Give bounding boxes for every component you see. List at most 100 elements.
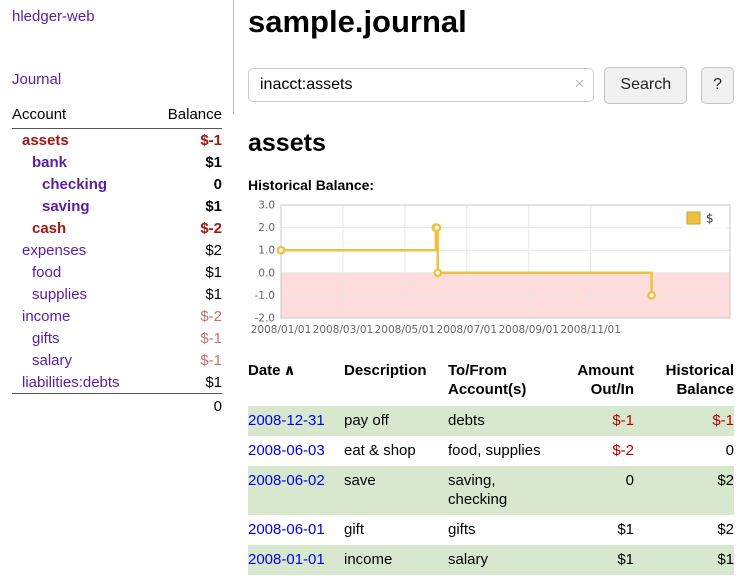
register-date-link[interactable]: 2008-06-03 bbox=[248, 442, 325, 459]
register-body: 2008-12-31pay offdebts$-1$-12008-06-03ea… bbox=[248, 406, 734, 575]
register-row: 2008-01-01incomesalary$1$1 bbox=[248, 545, 734, 575]
register-accounts: gifts bbox=[448, 515, 560, 545]
sidebar-account-link[interactable]: supplies bbox=[32, 286, 87, 303]
sidebar-account-balance: $1 bbox=[152, 283, 222, 305]
sidebar-account-balance: $1 bbox=[152, 195, 222, 217]
register-historical-balance: $1 bbox=[634, 545, 734, 575]
register-date-link[interactable]: 2008-12-31 bbox=[248, 412, 325, 429]
sidebar-account-balance: $-1 bbox=[152, 349, 222, 371]
sidebar: hledger-web Journal Account Balance asse… bbox=[0, 0, 232, 418]
sidebar-account-balance: $2 bbox=[152, 239, 222, 261]
accounts-body: assets$-1bank$1checking0saving$1cash$-2e… bbox=[12, 129, 222, 394]
brand-link[interactable]: hledger-web bbox=[12, 8, 232, 25]
account-row: bank$1 bbox=[12, 151, 222, 173]
sidebar-account-link[interactable]: salary bbox=[32, 352, 72, 369]
register-date-link[interactable]: 2008-06-01 bbox=[248, 521, 325, 538]
sidebar-divider bbox=[233, 0, 234, 114]
sidebar-item-journal[interactable]: Journal bbox=[12, 71, 232, 88]
register-table: Date∧ Description To/FromAccount(s) Amou… bbox=[248, 359, 734, 575]
search-button[interactable]: Search bbox=[604, 67, 687, 104]
register-row: 2008-06-01giftgifts$1$2 bbox=[248, 515, 734, 545]
accounts-table: Account Balance assets$-1bank$1checking0… bbox=[12, 104, 222, 418]
svg-text:3.0: 3.0 bbox=[258, 199, 275, 211]
sidebar-account-balance: $1 bbox=[152, 261, 222, 283]
register-historical-balance: $2 bbox=[634, 515, 734, 545]
register-description: income bbox=[344, 545, 448, 575]
sidebar-account-link[interactable]: food bbox=[32, 264, 61, 281]
svg-text:2008/07/01: 2008/07/01 bbox=[437, 324, 498, 336]
svg-text:2008/01/01: 2008/01/01 bbox=[251, 324, 312, 336]
register-amount: $-1 bbox=[560, 406, 634, 436]
sidebar-account-link[interactable]: income bbox=[22, 308, 70, 325]
register-description: eat & shop bbox=[344, 436, 448, 466]
help-button[interactable]: ? bbox=[701, 67, 734, 104]
account-row: income $-2 bbox=[12, 305, 222, 327]
register-row: 2008-12-31pay offdebts$-1$-1 bbox=[248, 406, 734, 436]
sidebar-account-link[interactable]: liabilities:debts bbox=[22, 374, 120, 391]
page-title: sample.journal bbox=[248, 4, 734, 40]
register-date-cell: 2008-06-01 bbox=[248, 515, 344, 545]
data-point-marker bbox=[435, 269, 441, 275]
svg-text:2.0: 2.0 bbox=[258, 222, 275, 234]
register-date-cell: 2008-06-02 bbox=[248, 466, 344, 515]
account-row: liabilities:debts$1 bbox=[12, 371, 222, 394]
sidebar-account-link[interactable]: assets bbox=[22, 132, 69, 149]
register-historical-balance: 0 bbox=[634, 436, 734, 466]
sidebar-account-balance: $-1 bbox=[152, 129, 222, 152]
svg-text:2008/09/01: 2008/09/01 bbox=[498, 324, 559, 336]
sidebar-account-link[interactable]: checking bbox=[42, 176, 107, 193]
account-row: gifts$-1 bbox=[12, 327, 222, 349]
balance-chart: 3.02.01.00.0-1.0-2.02008/01/012008/03/01… bbox=[248, 198, 734, 346]
sidebar-account-link[interactable]: gifts bbox=[32, 330, 60, 347]
sidebar-account-link[interactable]: cash bbox=[32, 220, 66, 237]
svg-text:2008/05/01: 2008/05/01 bbox=[375, 324, 436, 336]
register-accounts: salary bbox=[448, 545, 560, 575]
register-date-link[interactable]: 2008-06-02 bbox=[248, 472, 325, 489]
data-point-marker bbox=[434, 224, 440, 230]
legend-swatch bbox=[687, 212, 700, 224]
sidebar-account-link[interactable]: saving bbox=[42, 198, 90, 215]
register-col-amount: AmountOut/In bbox=[560, 359, 634, 406]
svg-text:2008/11/01: 2008/11/01 bbox=[560, 324, 621, 336]
accounts-total-spacer bbox=[12, 394, 152, 418]
accounts-total-row: 0 bbox=[12, 394, 222, 418]
accounts-total-value: 0 bbox=[152, 394, 222, 418]
register-header-row: Date∧ Description To/FromAccount(s) Amou… bbox=[248, 359, 734, 406]
svg-text:1.0: 1.0 bbox=[258, 244, 275, 256]
register-col-date[interactable]: Date∧ bbox=[248, 359, 344, 406]
register-accounts: food, supplies bbox=[448, 436, 560, 466]
register-description: pay off bbox=[344, 406, 448, 436]
account-row: assets $-1 bbox=[12, 129, 222, 152]
register-date-cell: 2008-06-03 bbox=[248, 436, 344, 466]
sidebar-account-balance: $-2 bbox=[152, 305, 222, 327]
register-row: 2008-06-03 eat & shopfood, supplies$-20 bbox=[248, 436, 734, 466]
data-point-marker bbox=[648, 292, 654, 298]
account-row: food $1 bbox=[12, 261, 222, 283]
register-accounts: saving, checking bbox=[448, 466, 560, 515]
svg-text:-2.0: -2.0 bbox=[255, 312, 276, 324]
accounts-header-row: Account Balance bbox=[12, 104, 222, 129]
register-date-cell: 2008-12-31 bbox=[248, 406, 344, 436]
register-col-accounts: To/FromAccount(s) bbox=[448, 359, 560, 406]
register-date-cell: 2008-01-01 bbox=[248, 545, 344, 575]
sidebar-account-balance: 0 bbox=[152, 173, 222, 195]
svg-text:2008/03/01: 2008/03/01 bbox=[313, 324, 374, 336]
register-historical-balance: $-1 bbox=[634, 406, 734, 436]
register-col-date-label: Date bbox=[248, 362, 281, 379]
accounts-col-account: Account bbox=[12, 104, 152, 129]
register-description: save bbox=[344, 466, 448, 515]
account-row: cash$-2 bbox=[12, 217, 222, 239]
account-heading: assets bbox=[248, 129, 734, 158]
register-amount: $1 bbox=[560, 515, 634, 545]
register-accounts: debts bbox=[448, 406, 560, 436]
sidebar-account-link[interactable]: expenses bbox=[22, 242, 86, 259]
account-row: salary $-1 bbox=[12, 349, 222, 371]
register-amount: $-2 bbox=[560, 436, 634, 466]
register-date-link[interactable]: 2008-01-01 bbox=[248, 551, 325, 568]
sidebar-account-link[interactable]: bank bbox=[32, 154, 67, 171]
search-input[interactable] bbox=[249, 69, 593, 101]
register-historical-balance: $2 bbox=[634, 466, 734, 515]
accounts-col-balance: Balance bbox=[152, 104, 222, 129]
account-row: supplies $1 bbox=[12, 283, 222, 305]
clear-search-icon[interactable]: × bbox=[574, 75, 584, 92]
